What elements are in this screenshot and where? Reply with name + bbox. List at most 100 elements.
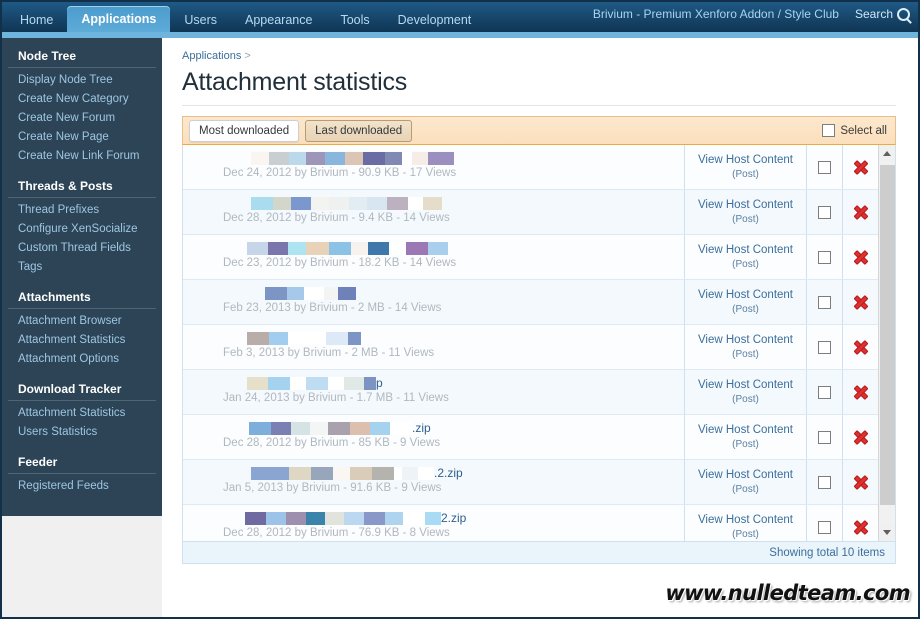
host-content-cell: View Host Content (Post) xyxy=(684,505,806,541)
select-all-checkbox[interactable] xyxy=(822,124,836,137)
row-checkbox[interactable] xyxy=(818,385,831,399)
redaction-block xyxy=(425,512,441,526)
row-checkbox[interactable] xyxy=(818,430,831,444)
delete-x-icon[interactable] xyxy=(854,295,868,309)
breadcrumb-item-applications[interactable]: Applications xyxy=(182,50,241,62)
delete-x-icon[interactable] xyxy=(854,430,868,444)
delete-x-icon[interactable] xyxy=(854,520,868,534)
sidebar-item-display-node-tree[interactable]: Display Node Tree xyxy=(2,71,162,90)
attachment-filename[interactable]: p xyxy=(223,376,674,391)
attachment-meta: Dec 28, 2012 by Brivium - 9.4 KB - 14 Vi… xyxy=(223,212,450,224)
delete-x-icon[interactable] xyxy=(854,340,868,354)
row-checkbox[interactable] xyxy=(818,520,831,534)
redaction-block xyxy=(370,422,390,436)
attachment-filename[interactable]: .zip xyxy=(223,421,674,436)
redaction-block xyxy=(412,152,428,166)
redaction-block xyxy=(390,422,412,436)
attachment-meta: Feb 3, 2013 by Brivium - 2 MB - 11 Views xyxy=(223,347,435,359)
sidebar-item-attachment-browser[interactable]: Attachment Browser xyxy=(2,312,162,331)
delete-x-icon[interactable] xyxy=(854,160,868,174)
redaction-block xyxy=(329,197,349,211)
nav-tab-appearance[interactable]: Appearance xyxy=(231,8,326,32)
view-host-content-link[interactable]: View Host Content xyxy=(698,513,793,528)
redaction-block xyxy=(289,467,311,481)
sidebar-item-users-statistics[interactable]: Users Statistics xyxy=(2,423,162,442)
attachment-filename[interactable] xyxy=(223,196,674,211)
nav-tab-development[interactable]: Development xyxy=(384,8,486,32)
nav-tab-users[interactable]: Users xyxy=(170,8,231,32)
attachment-filename[interactable] xyxy=(223,241,674,256)
view-host-content-link[interactable]: View Host Content xyxy=(698,153,793,168)
view-host-content-link[interactable]: View Host Content xyxy=(698,468,793,483)
sidebar-item-create-new-category[interactable]: Create New Category xyxy=(2,90,162,109)
site-name-label: Brivium - Premium Xenforo Addon / Style … xyxy=(592,7,839,21)
table-row: Dec 28, 2012 by Brivium - 9.4 KB - 14 Vi… xyxy=(183,190,878,235)
redaction-block xyxy=(266,512,286,526)
scroll-up-button[interactable] xyxy=(879,145,895,162)
scroll-down-button[interactable] xyxy=(879,524,895,541)
view-host-content-link[interactable]: View Host Content xyxy=(698,198,793,213)
sidebar-item-registered-feeds[interactable]: Registered Feeds xyxy=(2,477,162,496)
redaction-block xyxy=(345,152,363,166)
select-all-control[interactable]: Select all xyxy=(822,124,887,137)
table-scrollbar[interactable] xyxy=(878,145,895,541)
sidebar-item-attachment-statistics[interactable]: Attachment Statistics xyxy=(2,331,162,350)
search-button[interactable]: Search xyxy=(855,7,910,21)
sidebar-item-attachment-options[interactable]: Attachment Options xyxy=(2,350,162,369)
delete-x-icon[interactable] xyxy=(854,205,868,219)
view-host-content-link[interactable]: View Host Content xyxy=(698,288,793,303)
redaction-block xyxy=(423,197,442,211)
sidebar-item-thread-prefixes[interactable]: Thread Prefixes xyxy=(2,201,162,220)
attachment-filename[interactable]: .2.zip xyxy=(223,466,674,481)
row-checkbox[interactable] xyxy=(818,340,831,354)
redaction-block xyxy=(311,467,333,481)
delete-x-icon[interactable] xyxy=(854,385,868,399)
attachment-meta: Jan 5, 2013 by Brivium - 91.6 KB - 9 Vie… xyxy=(223,482,442,494)
table-row: Feb 23, 2013 by Brivium - 2 MB - 14 View… xyxy=(183,280,878,325)
sidebar-item-create-new-link-forum[interactable]: Create New Link Forum xyxy=(2,147,162,166)
sidebar-item-attachment-statistics[interactable]: Attachment Statistics xyxy=(2,404,162,423)
view-host-content-link[interactable]: View Host Content xyxy=(698,423,793,438)
redaction-block xyxy=(428,152,454,166)
sidebar-item-tags[interactable]: Tags xyxy=(2,258,162,277)
table-body: Dec 24, 2012 by Brivium - 90.9 KB - 17 V… xyxy=(183,145,878,541)
delete-x-icon[interactable] xyxy=(854,475,868,489)
redaction-block xyxy=(394,467,402,481)
sidebar-item-create-new-forum[interactable]: Create New Forum xyxy=(2,109,162,128)
attachment-name-cell: Dec 28, 2012 by Brivium - 9.4 KB - 14 Vi… xyxy=(183,190,684,234)
attachment-meta: Dec 28, 2012 by Brivium - 85 KB - 9 View… xyxy=(223,437,441,449)
sidebar-item-create-new-page[interactable]: Create New Page xyxy=(2,128,162,147)
sidebar-item-configure-xensocialize[interactable]: Configure XenSocialize xyxy=(2,220,162,239)
nav-tab-tools[interactable]: Tools xyxy=(326,8,383,32)
attachment-filename[interactable] xyxy=(223,331,674,346)
scrollbar-thumb[interactable] xyxy=(880,165,895,505)
redaction-block xyxy=(265,287,287,301)
host-content-type: (Post) xyxy=(732,394,759,405)
attachment-filename[interactable] xyxy=(223,151,674,166)
view-host-content-link[interactable]: View Host Content xyxy=(698,333,793,348)
attachment-filename[interactable] xyxy=(223,286,674,301)
row-checkbox[interactable] xyxy=(818,205,831,219)
table-row: p Jan 24, 2013 by Brivium - 1.7 MB - 11 V… xyxy=(183,370,878,415)
row-checkbox[interactable] xyxy=(818,250,831,264)
view-host-content-link[interactable]: View Host Content xyxy=(698,378,793,393)
host-content-type: (Post) xyxy=(732,529,759,540)
attachment-filename[interactable]: 2.zip xyxy=(223,511,674,526)
view-host-content-link[interactable]: View Host Content xyxy=(698,243,793,258)
redaction-block xyxy=(306,152,325,166)
filter-tab-last-downloaded[interactable]: Last downloaded xyxy=(305,119,413,142)
row-checkbox[interactable] xyxy=(818,295,831,309)
search-icon xyxy=(897,7,910,21)
delete-x-icon[interactable] xyxy=(854,250,868,264)
nav-tab-home[interactable]: Home xyxy=(6,8,67,32)
sidebar-item-custom-thread-fields[interactable]: Custom Thread Fields xyxy=(2,239,162,258)
redaction-block xyxy=(290,377,306,391)
row-checkbox[interactable] xyxy=(818,475,831,489)
redaction-block xyxy=(328,422,350,436)
row-checkbox[interactable] xyxy=(818,160,831,174)
host-content-cell: View Host Content (Post) xyxy=(684,460,806,504)
filter-tab-most-downloaded[interactable]: Most downloaded xyxy=(189,119,300,142)
redaction-block xyxy=(306,512,325,526)
redaction-block xyxy=(304,287,324,301)
nav-tab-applications[interactable]: Applications xyxy=(67,6,171,32)
